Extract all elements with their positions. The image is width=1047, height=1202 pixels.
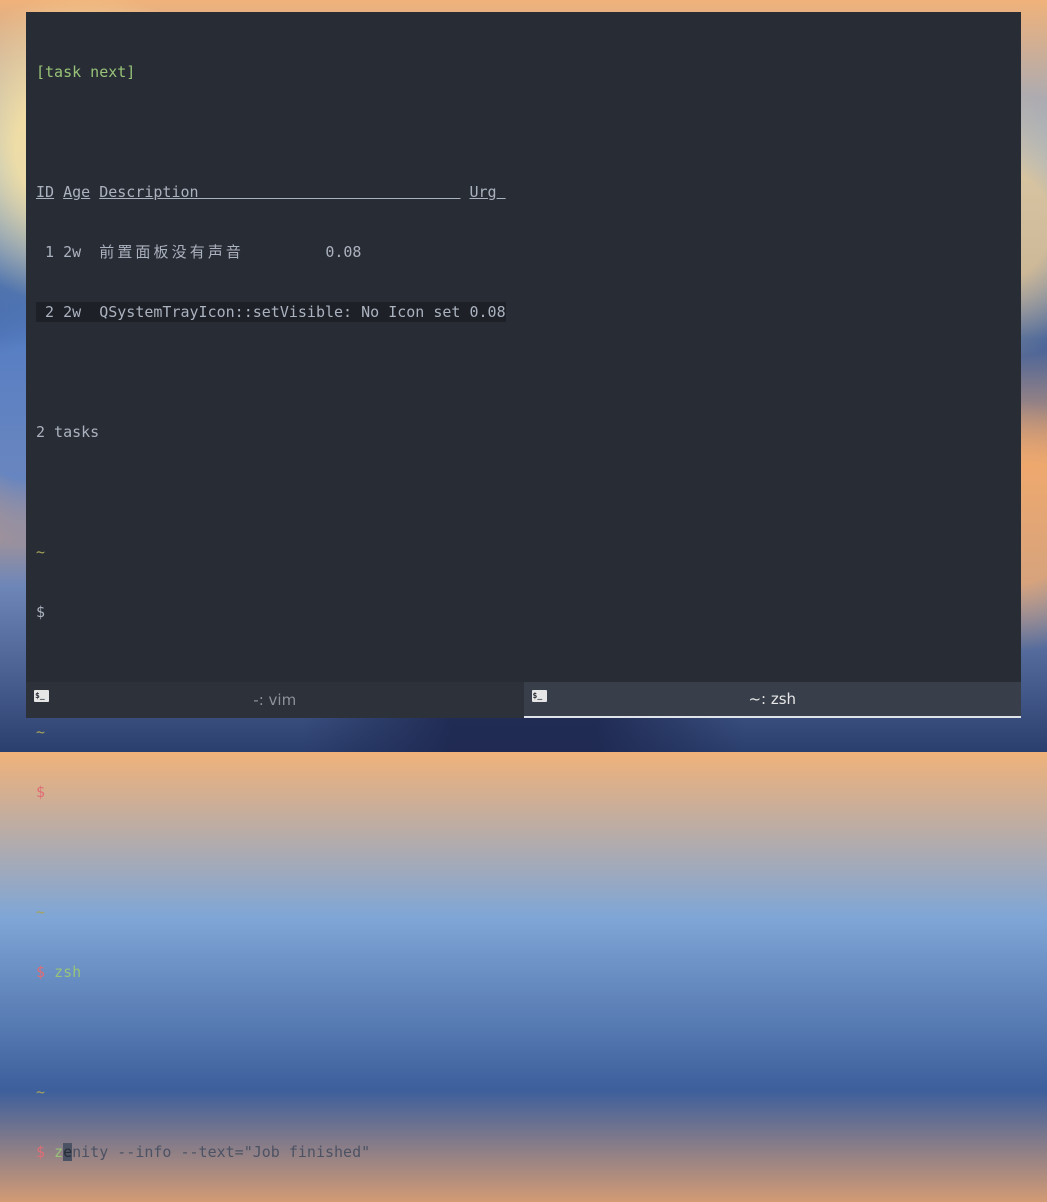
cwd-tilde: ~ [36, 903, 46, 921]
tab-label: ~: zsh [748, 690, 797, 708]
prompt-dollar: $ [36, 603, 46, 621]
task-table-header: ID Age Description Urg [36, 182, 1011, 202]
header-id: ID [36, 183, 55, 201]
terminal-output[interactable]: [task next] ID Age Description Urg 1 2w … [36, 22, 1011, 1161]
text-cursor: e [63, 1143, 73, 1161]
terminal-icon: $_ [34, 690, 49, 702]
cwd-tilde: ~ [36, 1083, 46, 1101]
tab-bar: $_ -: vim $_ ~: zsh [26, 682, 1021, 718]
selected-row-highlight: 2 2w QSystemTrayIcon::setVisible: No Ico… [36, 302, 506, 322]
tab-label: -: vim [253, 691, 297, 709]
cwd-tilde: ~ [36, 543, 46, 561]
table-row: 2 2w QSystemTrayIcon::setVisible: No Ico… [36, 302, 1011, 322]
tab-zsh[interactable]: $_ ~: zsh [523, 682, 1021, 718]
task-summary: 2 tasks [36, 423, 100, 441]
cwd-tilde: ~ [36, 723, 46, 741]
command-zsh: zsh [54, 963, 82, 981]
task-command-line: [task next] [36, 63, 136, 81]
header-age: Age [63, 183, 91, 201]
header-urg: Urg [469, 183, 497, 201]
active-prompt-line[interactable]: $ zenity --info --text="Job finished" [36, 1142, 1011, 1162]
table-row: 1 2w 前置面板没有声音 0.08 [45, 243, 362, 261]
prompt-dollar: $ [36, 783, 46, 801]
header-description: Description [99, 183, 199, 201]
terminal-window[interactable]: [task next] ID Age Description Urg 1 2w … [26, 12, 1021, 1161]
autosuggestion: nity --info --text="Job finished" [72, 1143, 371, 1161]
prompt-zsh-line: $ zsh [36, 963, 82, 981]
terminal-icon: $_ [531, 690, 547, 702]
tab-vim[interactable]: $_ -: vim [26, 682, 524, 718]
typed-text: z [54, 1143, 64, 1161]
